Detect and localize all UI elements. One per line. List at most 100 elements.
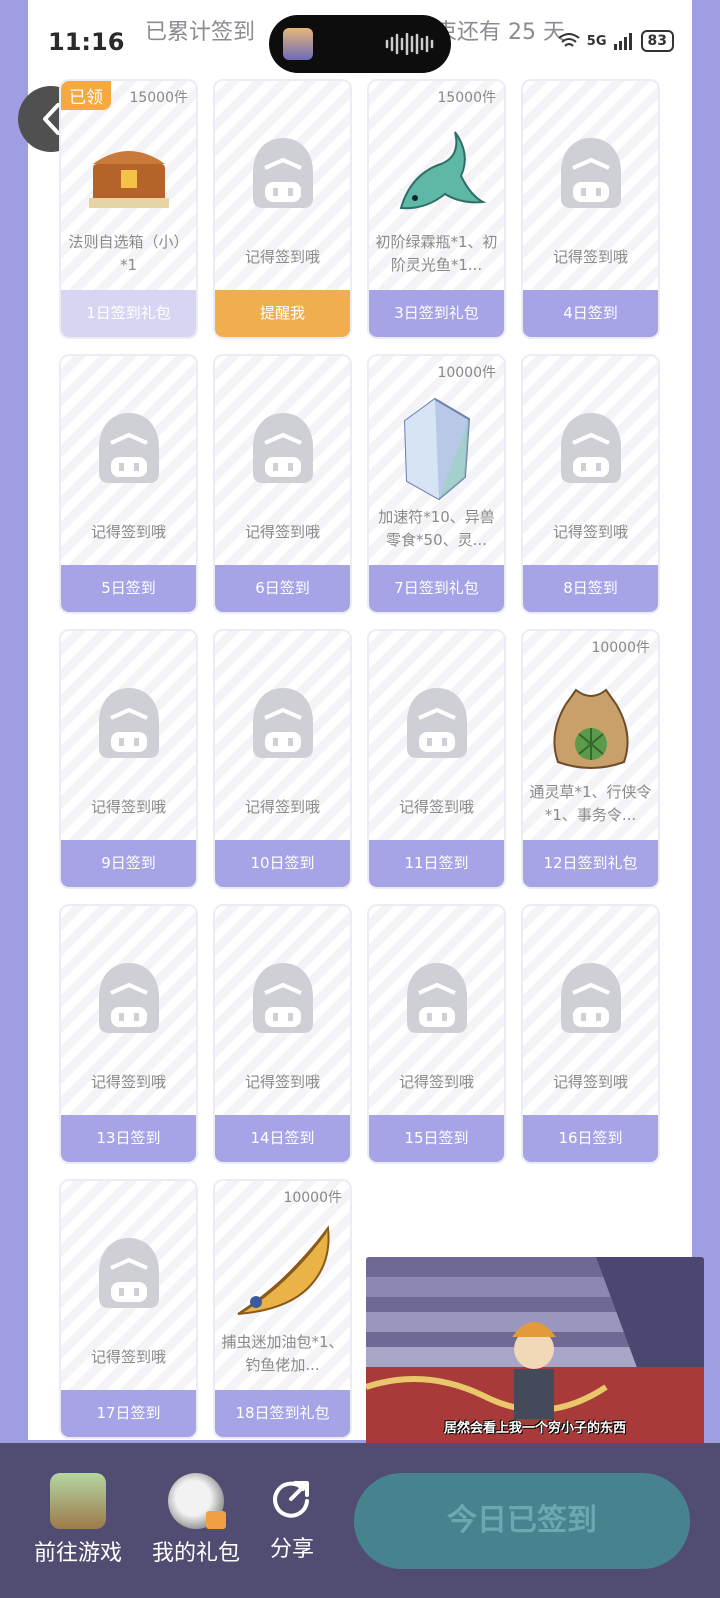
day-button[interactable]: 8日签到 <box>523 565 658 612</box>
placeholder-avatar-icon <box>61 394 196 504</box>
cat-gift-icon <box>168 1473 226 1529</box>
day-button[interactable]: 4日签到 <box>523 290 658 337</box>
audio-wave-icon <box>385 33 434 55</box>
reward-description: 记得签到哦 <box>398 798 474 816</box>
sign-in-card[interactable]: 10000件加速符*10、异兽零食*50、灵... 7日签到礼包 <box>367 354 506 614</box>
reward-description: 记得签到哦 <box>244 523 320 541</box>
sign-in-card[interactable]: 记得签到哦 5日签到 <box>59 354 198 614</box>
day-button[interactable]: 14日签到 <box>215 1115 350 1162</box>
day-button[interactable]: 10日签到 <box>215 840 350 887</box>
day-button[interactable]: 1日签到礼包 <box>61 290 196 337</box>
video-caption: 居然会看上我一个穷小子的东西 <box>443 1421 626 1436</box>
reward-description: 记得签到哦 <box>244 248 320 266</box>
wifi-icon <box>558 33 580 47</box>
placeholder-avatar-icon <box>523 944 658 1054</box>
reward-description: 记得签到哦 <box>244 1073 320 1091</box>
placeholder-avatar-icon <box>215 944 350 1054</box>
reward-description: 初阶绿霖瓶*1、初阶灵光鱼*1... <box>375 233 498 274</box>
spirit-fish-icon <box>369 119 504 229</box>
reward-count: 15000件 <box>437 90 496 106</box>
reward-description: 记得签到哦 <box>90 1348 166 1366</box>
placeholder-avatar-icon <box>61 669 196 779</box>
sign-in-card[interactable]: 记得签到哦 11日签到 <box>367 629 506 889</box>
reward-description: 记得签到哦 <box>90 1073 166 1091</box>
reward-description: 记得签到哦 <box>552 1073 628 1091</box>
sign-in-card[interactable]: 15000件初阶绿霖瓶*1、初阶灵光鱼*1... 3日签到礼包 <box>367 79 506 339</box>
status-time: 11:16 <box>48 28 125 56</box>
reward-description: 法则自选箱（小）*1 <box>68 233 189 274</box>
placeholder-avatar-icon <box>523 119 658 229</box>
placeholder-avatar-icon <box>61 944 196 1054</box>
day-button[interactable]: 15日签到 <box>369 1115 504 1162</box>
network-label: 5G <box>586 33 607 49</box>
sign-in-card[interactable]: 记得签到哦 15日签到 <box>367 904 506 1164</box>
bottom-bar: 前往游戏 我的礼包 分享 今日已签到 <box>0 1443 720 1598</box>
sign-in-card[interactable]: 10000件通灵草*1、行侠令*1、事务令... 12日签到礼包 <box>521 629 660 889</box>
placeholder-avatar-icon <box>369 944 504 1054</box>
claimed-tag: 已领 <box>61 81 111 110</box>
sign-in-card[interactable]: 10000件捕虫迷加油包*1、钓鱼佬加... 18日签到礼包 <box>213 1179 352 1439</box>
signed-today-button[interactable]: 今日已签到 <box>354 1473 690 1569</box>
sign-in-card[interactable]: 记得签到哦 17日签到 <box>59 1179 198 1439</box>
dynamic-island[interactable] <box>269 15 451 73</box>
day-button[interactable]: 17日签到 <box>61 1390 196 1437</box>
reward-description: 记得签到哦 <box>552 248 628 266</box>
battery-icon: 83 <box>640 30 674 52</box>
go-game-button[interactable]: 前往游戏 <box>28 1473 128 1567</box>
day-button[interactable]: 12日签到礼包 <box>523 840 658 887</box>
sign-in-card[interactable]: 记得签到哦 13日签到 <box>59 904 198 1164</box>
placeholder-avatar-icon <box>215 669 350 779</box>
reward-description: 捕虫迷加油包*1、钓鱼佬加... <box>221 1333 344 1374</box>
share-icon <box>273 1481 309 1518</box>
reward-description: 记得签到哦 <box>398 1073 474 1091</box>
day-button[interactable]: 提醒我 <box>215 290 350 337</box>
golden-feather-icon <box>215 1219 350 1329</box>
reward-description: 记得签到哦 <box>552 523 628 541</box>
header-right-text: 束还有 25 天 <box>435 20 565 45</box>
share-label: 分享 <box>269 1537 314 1562</box>
sign-in-card[interactable]: 记得签到哦 提醒我 <box>213 79 352 339</box>
seed-bag-icon <box>523 669 658 779</box>
day-button[interactable]: 16日签到 <box>523 1115 658 1162</box>
sign-in-card[interactable]: 记得签到哦 14日签到 <box>213 904 352 1164</box>
game-icon <box>50 1473 106 1529</box>
reward-description: 记得签到哦 <box>244 798 320 816</box>
sign-in-card[interactable]: 记得签到哦 6日签到 <box>213 354 352 614</box>
app-thumbnail-icon <box>283 28 313 60</box>
placeholder-avatar-icon <box>369 669 504 779</box>
sign-in-card[interactable]: 记得签到哦 10日签到 <box>213 629 352 889</box>
day-button[interactable]: 11日签到 <box>369 840 504 887</box>
sign-in-card[interactable]: 记得签到哦 8日签到 <box>521 354 660 614</box>
floating-video[interactable]: 居然会看上我一个穷小子的东西 <box>366 1257 704 1446</box>
day-button[interactable]: 6日签到 <box>215 565 350 612</box>
day-button[interactable]: 3日签到礼包 <box>369 290 504 337</box>
placeholder-avatar-icon <box>523 394 658 504</box>
sign-in-card[interactable]: 记得签到哦 16日签到 <box>521 904 660 1164</box>
placeholder-avatar-icon <box>215 394 350 504</box>
reward-description: 加速符*10、异兽零食*50、灵... <box>378 508 495 549</box>
day-button[interactable]: 7日签到礼包 <box>369 565 504 612</box>
sign-in-card[interactable]: 已领 15000件法则自选箱（小）*1 1日签到礼包 <box>59 79 198 339</box>
my-gifts-button[interactable]: 我的礼包 <box>146 1473 246 1567</box>
reward-count: 10000件 <box>283 1190 342 1206</box>
sign-in-card[interactable]: 记得签到哦 4日签到 <box>521 79 660 339</box>
treasure-chest-icon <box>61 119 196 229</box>
day-button[interactable]: 9日签到 <box>61 840 196 887</box>
header-left-text: 已累计签到 <box>145 20 256 45</box>
day-button[interactable]: 13日签到 <box>61 1115 196 1162</box>
day-button[interactable]: 5日签到 <box>61 565 196 612</box>
go-game-label: 前往游戏 <box>33 1541 122 1566</box>
reward-description: 记得签到哦 <box>90 523 166 541</box>
crystal-icon <box>369 394 504 504</box>
day-button[interactable]: 18日签到礼包 <box>215 1390 350 1437</box>
reward-count: 10000件 <box>437 365 496 381</box>
sign-in-card[interactable]: 记得签到哦 9日签到 <box>59 629 198 889</box>
my-gifts-label: 我的礼包 <box>151 1541 240 1566</box>
reward-count: 10000件 <box>591 640 650 656</box>
share-button[interactable]: 分享 <box>242 1473 342 1563</box>
reward-count: 15000件 <box>129 90 188 106</box>
reward-description: 记得签到哦 <box>90 798 166 816</box>
placeholder-avatar-icon <box>61 1219 196 1329</box>
signal-icon <box>613 33 632 50</box>
reward-description: 通灵草*1、行侠令*1、事务令... <box>529 783 652 824</box>
